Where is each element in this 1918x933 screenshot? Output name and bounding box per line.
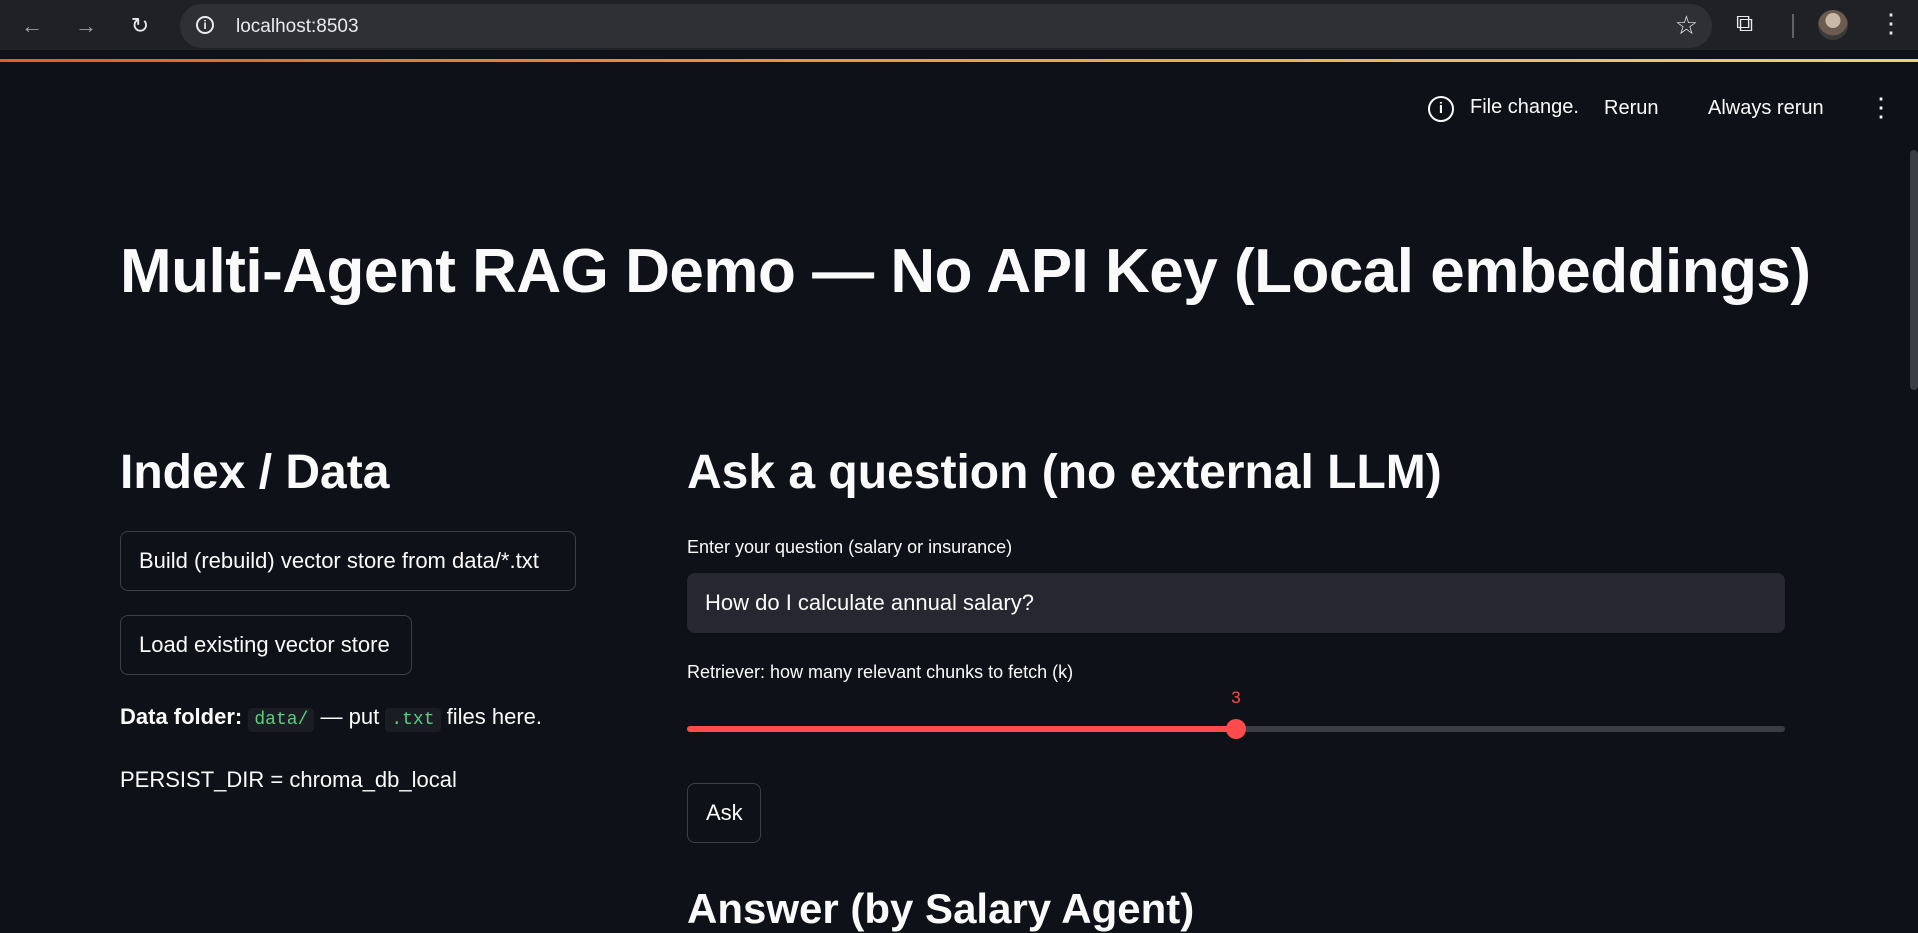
data-folder-tail-text: files here.	[440, 704, 543, 729]
profile-avatar[interactable]	[1818, 10, 1848, 40]
browser-menu-icon[interactable]: ⋮	[1878, 8, 1904, 39]
url-text[interactable]: localhost:8503	[236, 16, 359, 38]
answer-heading: Answer (by Salary Agent)	[687, 885, 1195, 932]
toolbar-divider	[1792, 14, 1794, 38]
streamlit-header-decoration	[0, 59, 1918, 62]
browser-toolbar: ← → ↻ i localhost:8503 ☆ ⧉ ⋮	[0, 0, 1918, 50]
slider-fill	[687, 726, 1236, 732]
data-folder-code: data/	[248, 708, 315, 732]
slider-value: 3	[1231, 688, 1241, 707]
data-folder-label: Data folder:	[120, 704, 243, 729]
slider-thumb[interactable]	[1226, 719, 1246, 739]
ask-button-label: Ask	[706, 800, 743, 825]
build-vector-store-button[interactable]: Build (rebuild) vector store from data/*…	[120, 531, 576, 591]
ask-question-heading: Ask a question (no external LLM)	[687, 446, 1442, 499]
retriever-slider-label: Retriever: how many relevant chunks to f…	[687, 662, 1074, 682]
data-folder-mid-text: — put	[314, 704, 386, 729]
question-input-label: Enter your question (salary or insurance…	[687, 537, 1013, 557]
extensions-icon[interactable]: ⧉	[1736, 10, 1753, 38]
bookmark-star-icon[interactable]: ☆	[1675, 10, 1698, 41]
forward-icon[interactable]: →	[70, 10, 102, 42]
retriever-k-slider[interactable]: 3	[687, 688, 1785, 739]
txt-extension-code: .txt	[385, 708, 441, 732]
app-status-bar: i File change. Rerun Always rerun ⋮	[1398, 92, 1918, 134]
question-input[interactable]	[687, 573, 1785, 633]
load-vector-store-button[interactable]: Load existing vector store	[120, 615, 412, 675]
site-info-icon[interactable]: i	[196, 16, 214, 34]
always-rerun-button[interactable]: Always rerun	[1708, 97, 1824, 120]
ask-button[interactable]: Ask	[687, 783, 761, 843]
index-data-heading: Index / Data	[120, 446, 390, 499]
page-scrollbar[interactable]	[1910, 150, 1918, 390]
back-icon[interactable]: ←	[16, 10, 48, 42]
load-vector-store-label: Load existing vector store	[139, 632, 390, 657]
reload-icon[interactable]: ↻	[124, 10, 156, 42]
main-menu-icon[interactable]: ⋮	[1868, 92, 1894, 123]
data-folder-note: Data folder: data/ — put .txt files here…	[120, 704, 543, 732]
info-icon: i	[1428, 96, 1454, 122]
build-vector-store-label: Build (rebuild) vector store from data/*…	[139, 548, 539, 573]
page-title: Multi-Agent RAG Demo — No API Key (Local…	[120, 237, 1811, 306]
address-bar[interactable]: i localhost:8503 ☆	[180, 4, 1712, 48]
file-change-status: File change.	[1470, 96, 1579, 118]
persist-dir-text: PERSIST_DIR = chroma_db_local	[120, 767, 457, 792]
rerun-button[interactable]: Rerun	[1604, 97, 1658, 120]
